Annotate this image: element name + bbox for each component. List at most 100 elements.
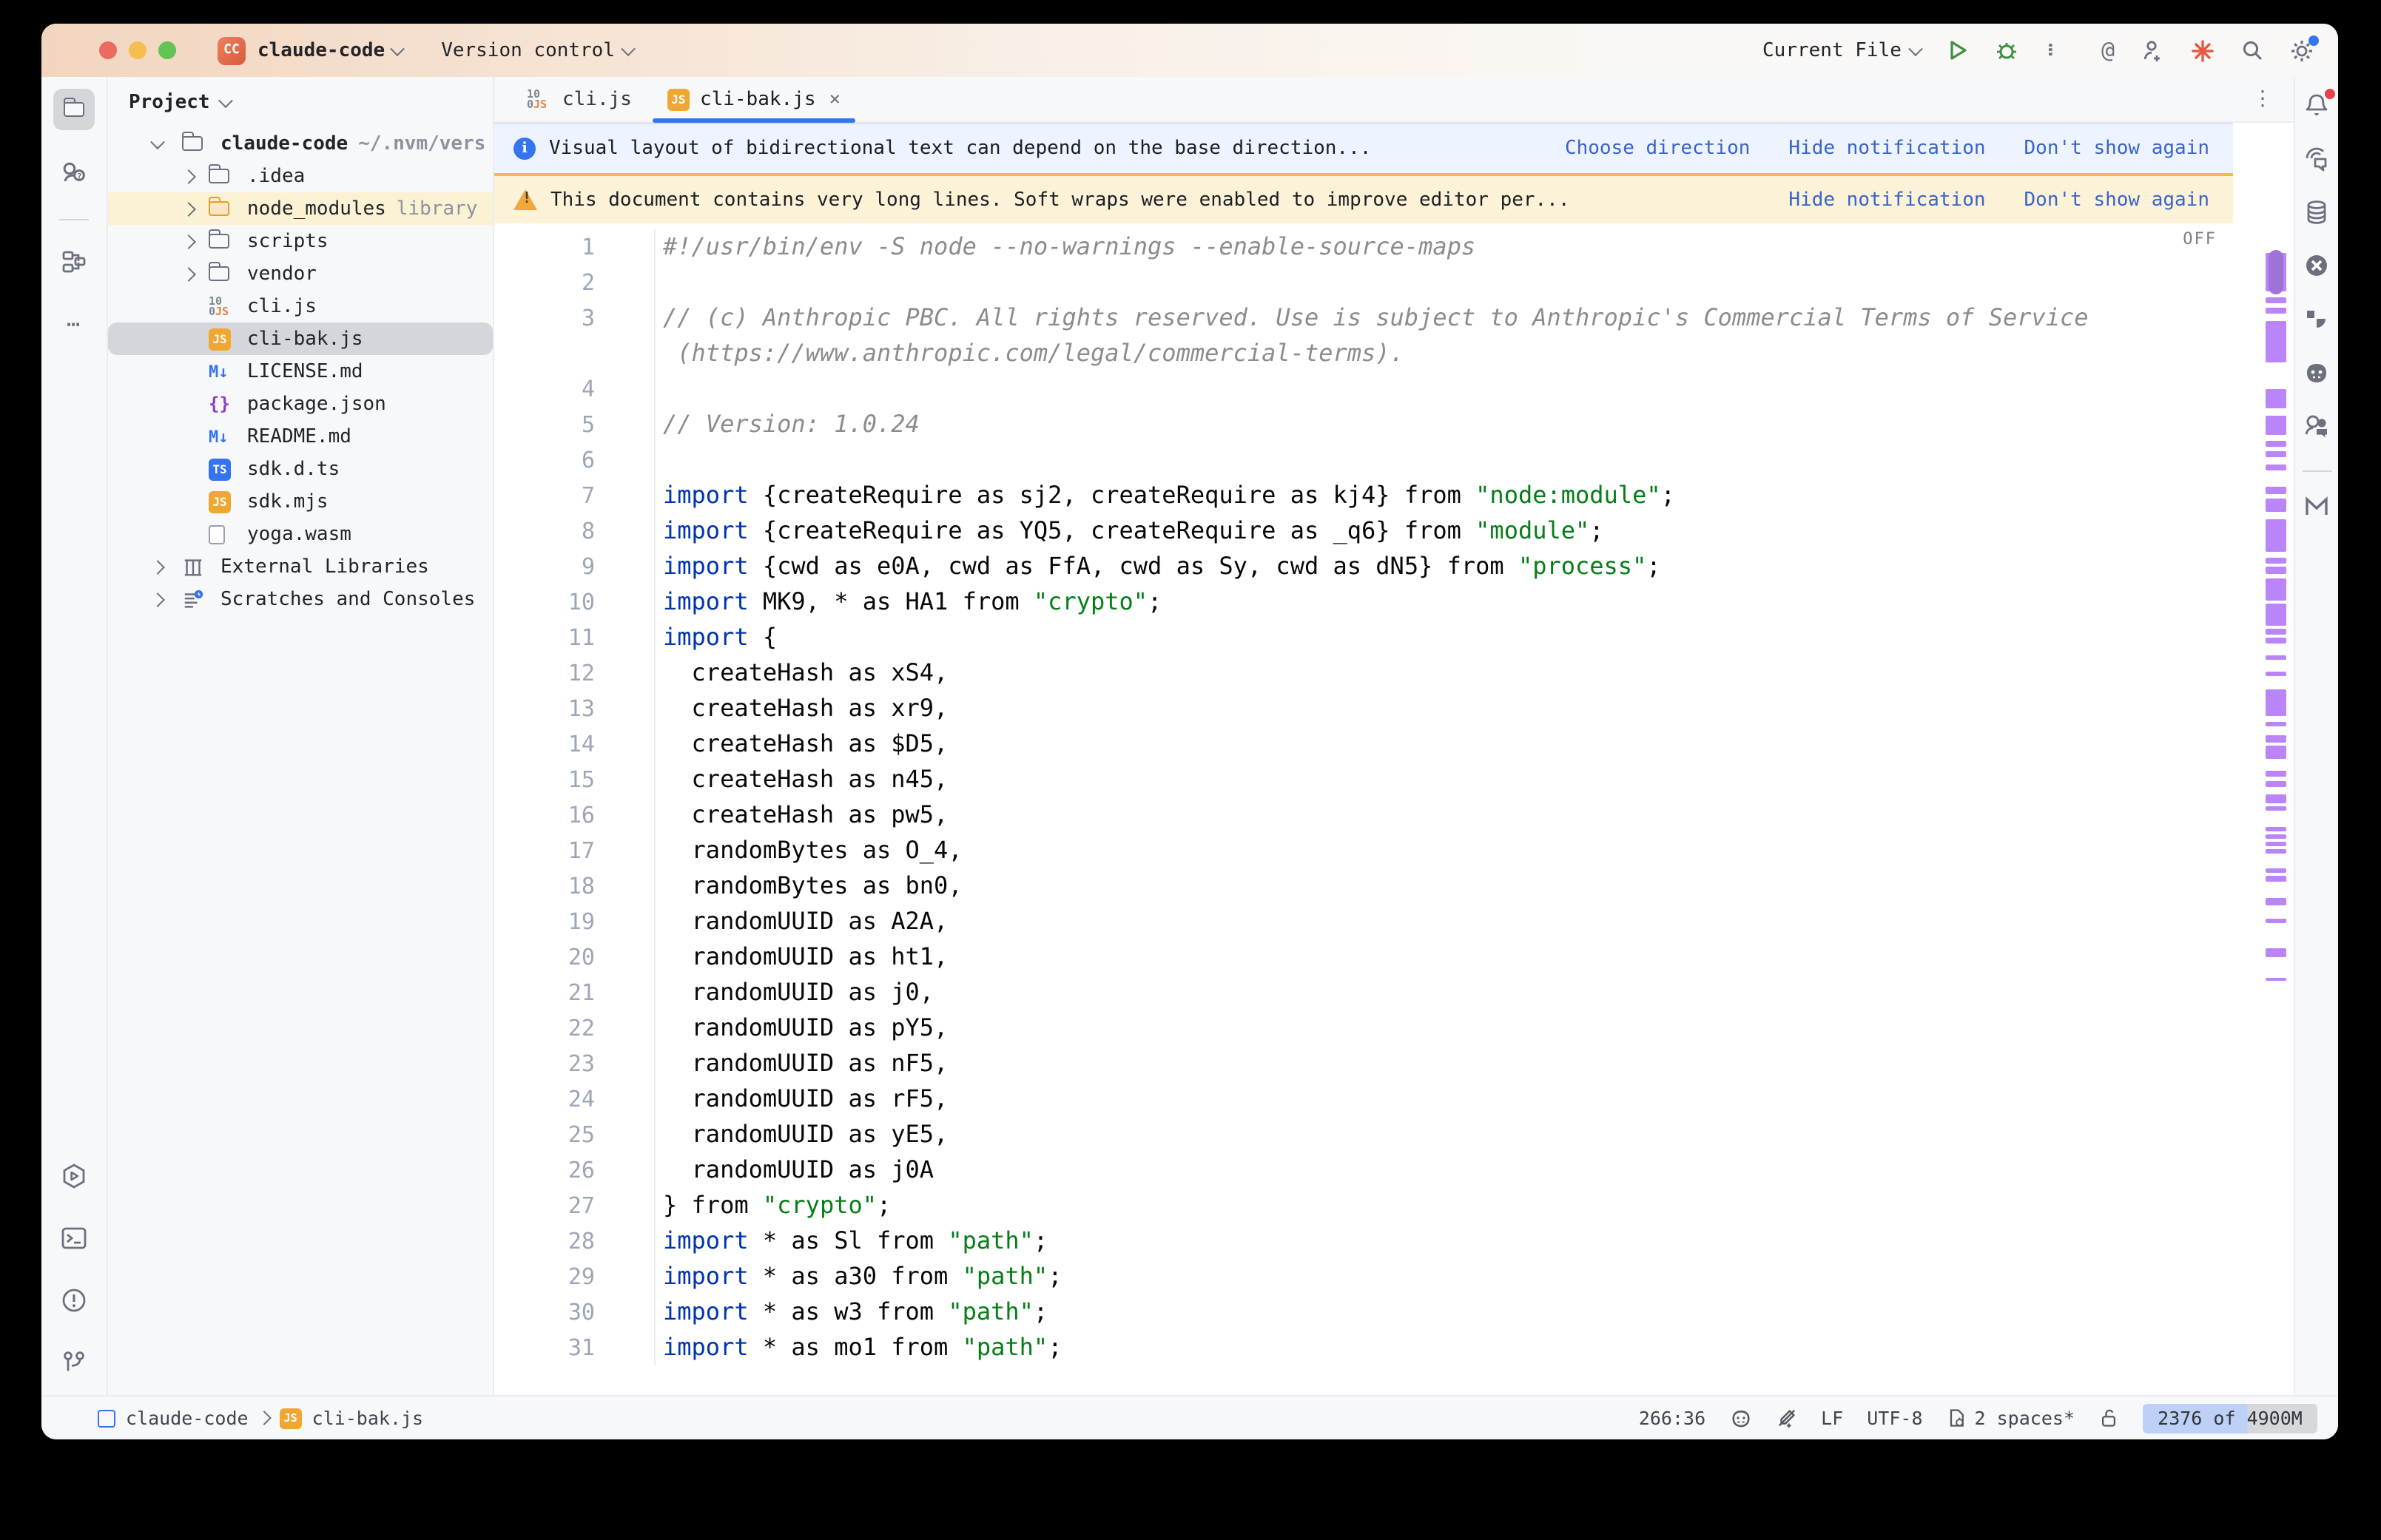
choose-direction-link[interactable]: Choose direction [1565, 138, 1750, 160]
terminal-tool-button[interactable] [53, 1218, 95, 1259]
tab-list-button[interactable]: ⋮ [2252, 87, 2294, 111]
ai-assistant-button[interactable] [2303, 145, 2331, 173]
tree-item-cli-js[interactable]: 100JScli.js [108, 290, 493, 322]
copilot-button[interactable] [2303, 358, 2331, 386]
code-editor[interactable]: 1#!/usr/bin/env -S node --no-warnings --… [494, 223, 2294, 1395]
tree-expand-icon[interactable] [150, 559, 165, 574]
code-line[interactable]: 3// (c) Anthropic PBC. All rights reserv… [494, 300, 2294, 336]
code-line[interactable]: 15 createHash as n45, [494, 762, 2294, 797]
code-line[interactable]: 20 randomUUID as ht1, [494, 939, 2294, 975]
breadcrumb-file[interactable]: cli-bak.js [312, 1407, 424, 1429]
hide-notification-link[interactable]: Hide notification [1788, 138, 1985, 160]
code-line[interactable]: 25 randomUUID as yE5, [494, 1117, 2294, 1152]
caret-position-widget[interactable]: 266:36 [1639, 1407, 1705, 1429]
vcs-menu[interactable]: Version control [441, 39, 633, 61]
minimize-window-button[interactable] [129, 41, 147, 59]
code-line[interactable]: 11import { [494, 620, 2294, 655]
close-window-button[interactable] [99, 41, 117, 59]
tree-item-license-md[interactable]: M↓LICENSE.md [108, 355, 493, 388]
code-line[interactable]: 17 randomBytes as O_4, [494, 833, 2294, 868]
code-line[interactable]: 16 createHash as pw5, [494, 797, 2294, 833]
add-user-button[interactable] [2140, 38, 2165, 63]
run-configuration-selector[interactable]: Current File [1762, 39, 1921, 61]
code-line[interactable]: 13 createHash as xr9, [494, 691, 2294, 726]
code-line[interactable]: 24 randomUUID as rF5, [494, 1081, 2294, 1117]
code-line[interactable]: 7import {createRequire as sj2, createReq… [494, 478, 2294, 513]
memory-indicator[interactable]: 2376 of 4900M [2143, 1403, 2317, 1433]
tree-expand-icon[interactable] [181, 201, 196, 216]
project-tool-button[interactable] [53, 89, 95, 130]
structure-tool-button[interactable] [53, 241, 95, 283]
search-everywhere-button[interactable] [2240, 38, 2264, 62]
code-line[interactable]: 6 [494, 442, 2294, 478]
code-line[interactable]: 28import * as Sl from "path"; [494, 1223, 2294, 1259]
dont-show-again-link[interactable]: Don't show again [2024, 189, 2209, 211]
hide-notification-link[interactable]: Hide notification [1788, 189, 1985, 211]
maven-button[interactable] [2303, 493, 2331, 521]
git-tool-button[interactable] [53, 1342, 95, 1383]
tree-item-vendor[interactable]: vendor [108, 257, 493, 290]
claude-plugin-icon[interactable] [2190, 38, 2215, 63]
zoom-window-button[interactable] [158, 41, 176, 59]
code-line[interactable]: 26 randomUUID as j0A [494, 1152, 2294, 1188]
code-line[interactable]: 27} from "crypto"; [494, 1188, 2294, 1223]
tree-item-claude-code[interactable]: claude-code~/.nvm/vers [108, 127, 493, 160]
tree-item-external-libraries[interactable]: External Libraries [108, 550, 493, 583]
tab-cli-bak-js[interactable]: JS cli-bak.js × [650, 77, 858, 121]
dont-show-again-link[interactable]: Don't show again [2024, 138, 2209, 160]
code-line[interactable]: 22 randomUUID as pY5, [494, 1010, 2294, 1046]
notifications-button[interactable] [2303, 92, 2331, 120]
problems-tool-button[interactable] [53, 1280, 95, 1321]
code-line[interactable]: 31import * as mo1 from "path"; [494, 1330, 2294, 1365]
code-line[interactable]: 4 [494, 371, 2294, 407]
tree-item-sdk-mjs[interactable]: JSsdk.mjs [108, 485, 493, 518]
run-button[interactable] [1946, 38, 1970, 62]
code-line[interactable]: 23 randomUUID as nF5, [494, 1046, 2294, 1081]
code-line[interactable]: 29import * as a30 from "path"; [494, 1259, 2294, 1294]
tree-item-scripts[interactable]: scripts [108, 225, 493, 257]
tab-cli-js[interactable]: 100JS cli.js [509, 77, 650, 121]
tree-expand-icon[interactable] [181, 169, 196, 183]
tree-expand-icon[interactable] [150, 134, 165, 149]
tree-item-readme-md[interactable]: M↓README.md [108, 420, 493, 453]
mentions-icon[interactable]: @ [2101, 37, 2115, 64]
code-line[interactable]: 1#!/usr/bin/env -S node --no-warnings --… [494, 229, 2294, 265]
pull-requests-tool-button[interactable]: ? [53, 151, 95, 192]
tree-item--idea[interactable]: .idea [108, 160, 493, 192]
more-tool-windows-button[interactable]: ⋯ [53, 303, 95, 345]
tree-expand-icon[interactable] [181, 266, 196, 281]
tree-item-node-modules[interactable]: node_moduleslibrary [108, 192, 493, 225]
settings-button[interactable] [2289, 38, 2314, 63]
breadcrumb-project[interactable]: claude-code [126, 1407, 249, 1429]
scrollbar-thumb[interactable] [2269, 250, 2283, 294]
code-line[interactable]: 5// Version: 1.0.24 [494, 407, 2294, 442]
tree-expand-icon[interactable] [150, 592, 165, 607]
plugin-button[interactable] [2303, 305, 2331, 333]
code-with-me-button[interactable] [2303, 411, 2331, 439]
readonly-lock-icon[interactable] [2098, 1407, 2119, 1429]
highlighting-level-icon[interactable] [1775, 1407, 1797, 1429]
services-tool-button[interactable] [53, 1155, 95, 1197]
code-line[interactable]: 12 createHash as xS4, [494, 655, 2294, 691]
tree-item-yoga-wasm[interactable]: yoga.wasm [108, 518, 493, 550]
copilot-status-label[interactable]: OFF [2183, 229, 2217, 249]
tree-item-package-json[interactable]: {}package.json [108, 388, 493, 420]
copilot-status-icon[interactable] [1729, 1407, 1751, 1429]
code-line[interactable]: 9import {cwd as e0A, cwd as FfA, cwd as … [494, 549, 2294, 584]
indent-widget[interactable]: 2 spaces* [1947, 1407, 2075, 1429]
tree-item-scratches-and-consoles[interactable]: Scratches and Consoles [108, 583, 493, 615]
editor-scrollbar[interactable] [2266, 223, 2286, 1395]
close-tab-icon[interactable]: × [829, 88, 841, 110]
code-line[interactable]: 18 randomBytes as bn0, [494, 868, 2294, 904]
code-line[interactable]: (https://www.anthropic.com/legal/commerc… [494, 336, 2294, 371]
code-line[interactable]: 10import MK9, * as HA1 from "crypto"; [494, 584, 2294, 620]
encoding-widget[interactable]: UTF-8 [1867, 1407, 1922, 1429]
tree-expand-icon[interactable] [181, 234, 196, 249]
code-line[interactable]: 19 randomUUID as A2A, [494, 904, 2294, 939]
code-line[interactable]: 21 randomUUID as j0, [494, 975, 2294, 1010]
debug-button[interactable] [1995, 38, 2018, 62]
line-separator-widget[interactable]: LF [1821, 1407, 1843, 1429]
tree-item-sdk-d-ts[interactable]: TSsdk.d.ts [108, 453, 493, 485]
project-menu[interactable]: claude-code [257, 39, 403, 61]
project-panel-header[interactable]: Project [108, 77, 493, 127]
